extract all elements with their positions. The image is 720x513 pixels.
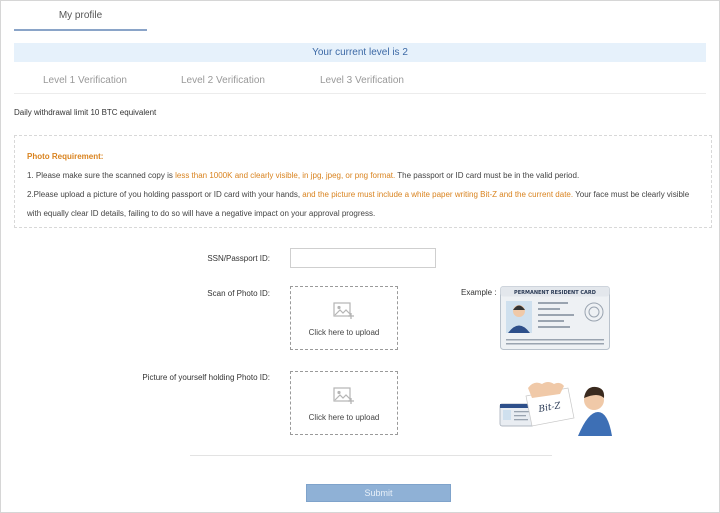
holding-photo-id-upload[interactable]: Click here to upload	[290, 371, 398, 435]
image-upload-icon	[333, 387, 354, 404]
requirement-line-2: 2.Please upload a picture of you holding…	[27, 190, 690, 199]
tab-level-2-verification[interactable]: Level 2 Verification	[181, 75, 265, 86]
holding-photo-id-label: Picture of yourself holding Photo ID:	[142, 373, 270, 382]
scan-photo-id-upload[interactable]: Click here to upload	[290, 286, 398, 350]
form-divider	[190, 455, 552, 456]
id-card-example-image: PERMANENT RESIDENT CARD	[500, 286, 610, 350]
top-tabs: My profile	[14, 0, 706, 31]
ssn-label: SSN/Passport ID:	[207, 254, 270, 263]
photo-requirements-box: Photo Requirement: 1. Please make sure t…	[14, 135, 712, 228]
ssn-passport-input[interactable]	[290, 248, 436, 268]
tab-level-3-verification[interactable]: Level 3 Verification	[320, 75, 404, 86]
requirements-title: Photo Requirement:	[27, 152, 104, 161]
upload-text: Click here to upload	[308, 328, 380, 337]
tab-my-profile[interactable]: My profile	[14, 0, 147, 31]
level-banner: Your current level is 2	[14, 43, 706, 62]
verification-tabs: Level 1 Verification Level 2 Verificatio…	[14, 70, 706, 94]
scan-photo-id-label: Scan of Photo ID:	[207, 289, 270, 298]
withdrawal-limit-text: Daily withdrawal limit 10 BTC equivalent	[14, 108, 157, 117]
submit-button[interactable]: Submit	[306, 484, 451, 502]
tab-level-1-verification[interactable]: Level 1 Verification	[43, 75, 127, 86]
svg-text:PERMANENT RESIDENT CARD: PERMANENT RESIDENT CARD	[514, 290, 596, 296]
requirement-line-1: 1. Please make sure the scanned copy is …	[27, 171, 580, 180]
requirement-line-3: with equally clear ID details, failing t…	[27, 209, 376, 218]
holding-id-example-image: Bit-Z	[499, 382, 612, 436]
image-upload-icon	[333, 302, 354, 319]
upload-text: Click here to upload	[308, 413, 380, 422]
example-label: Example :	[461, 288, 497, 297]
